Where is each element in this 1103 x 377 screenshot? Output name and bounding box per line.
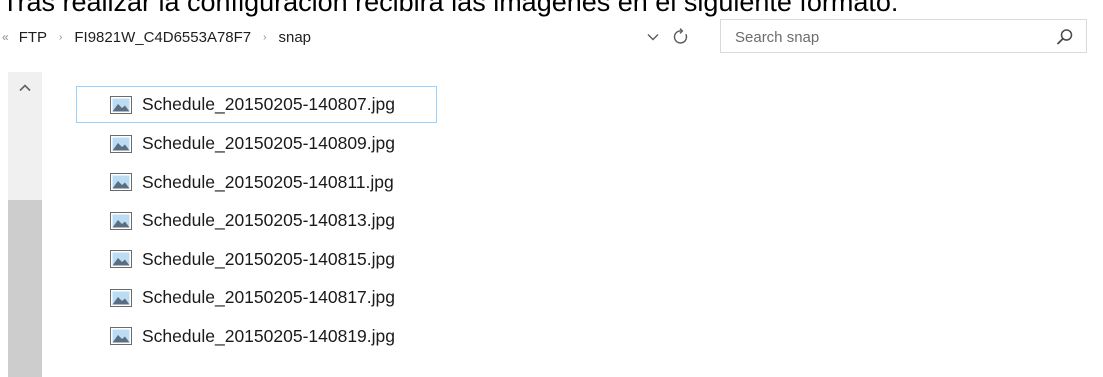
vertical-scrollbar[interactable] [8, 72, 42, 377]
refresh-button[interactable] [668, 25, 694, 49]
breadcrumb-item-camera[interactable]: FI9821W_C4D6553A78F7 [74, 29, 251, 46]
file-item[interactable]: Schedule_20150205-140809.jpg [76, 125, 436, 164]
file-item[interactable]: Schedule_20150205-140813.jpg [76, 202, 436, 241]
scrollbar-thumb[interactable] [8, 200, 42, 377]
chevron-down-icon [647, 34, 659, 41]
file-item[interactable]: Schedule_20150205-140815.jpg [76, 240, 436, 279]
image-file-icon [110, 288, 132, 307]
search-box[interactable] [720, 19, 1087, 53]
file-name: Schedule_20150205-140807.jpg [142, 94, 396, 114]
chevron-up-icon [19, 84, 31, 92]
search-input[interactable] [735, 27, 1035, 47]
file-name: Schedule_20150205-140819.jpg [142, 325, 396, 346]
file-name: Schedule_20150205-140815.jpg [142, 248, 396, 269]
file-name: Schedule_20150205-140817.jpg [142, 287, 396, 308]
breadcrumb-item-snap[interactable]: snap [279, 29, 312, 46]
image-file-icon [110, 211, 132, 230]
file-item[interactable]: Schedule_20150205-140819.jpg [76, 317, 436, 356]
file-list: Schedule_20150205-140807.jpg Schedule_20… [76, 86, 437, 356]
image-file-icon [110, 327, 132, 346]
file-name: Schedule_20150205-140809.jpg [142, 133, 396, 154]
breadcrumb-separator-icon[interactable]: › [59, 32, 62, 43]
file-item[interactable]: Schedule_20150205-140807.jpg [76, 86, 437, 123]
image-file-icon [110, 134, 132, 153]
file-name: Schedule_20150205-140813.jpg [142, 210, 396, 231]
refresh-icon [673, 28, 688, 44]
file-item[interactable]: Schedule_20150205-140817.jpg [76, 279, 436, 318]
breadcrumb-separator-icon[interactable]: › [263, 32, 266, 43]
file-item[interactable]: Schedule_20150205-140811.jpg [76, 163, 436, 202]
breadcrumb-overflow-icon[interactable]: « [2, 30, 9, 44]
scroll-up-button[interactable] [8, 72, 42, 104]
address-history-dropdown-button[interactable] [643, 27, 663, 47]
image-file-icon [110, 173, 132, 192]
image-file-icon [110, 95, 132, 114]
breadcrumb: « FTP › FI9821W_C4D6553A78F7 › snap [0, 18, 311, 56]
file-name: Schedule_20150205-140811.jpg [142, 171, 394, 192]
breadcrumb-item-ftp[interactable]: FTP [19, 29, 47, 46]
image-file-icon [110, 250, 132, 269]
page-caption: Tras realizar la configuración recibirá … [2, 0, 899, 17]
search-icon[interactable] [1056, 28, 1074, 46]
address-bar: « FTP › FI9821W_C4D6553A78F7 › snap [0, 18, 1103, 58]
